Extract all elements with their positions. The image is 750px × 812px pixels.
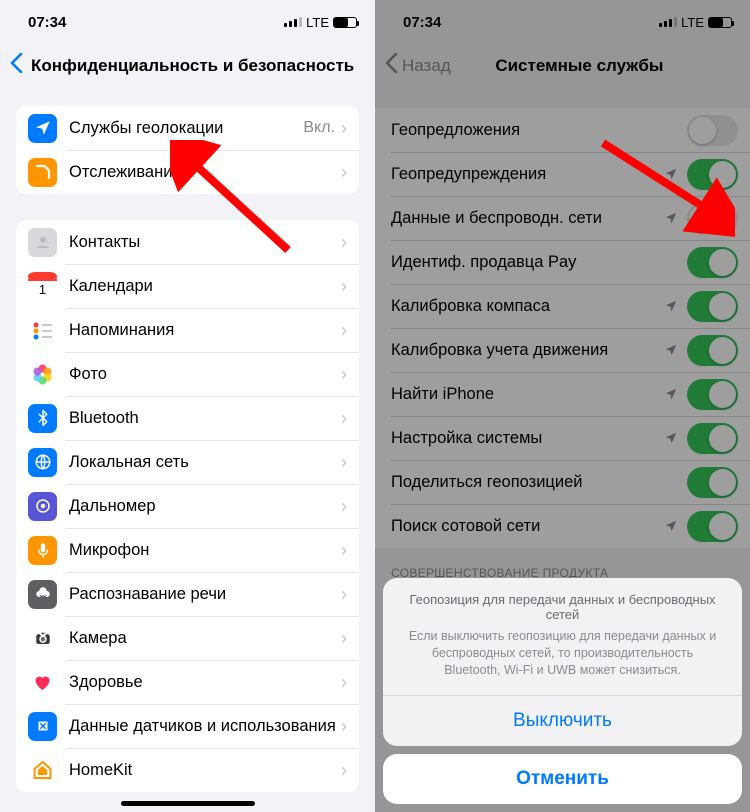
group-apps: Контакты › 1 Календари › Напоминания › Ф…: [16, 220, 359, 792]
row-health[interactable]: Здоровье ›: [16, 660, 359, 704]
battery-icon: [333, 17, 357, 28]
sheet-card: Геопозиция для передачи данных и беспров…: [383, 578, 742, 746]
row-label: Отслеживание: [69, 163, 341, 182]
row-label: Контакты: [69, 233, 341, 252]
mic-icon: [28, 536, 57, 565]
row-homekit[interactable]: HomeKit ›: [16, 748, 359, 792]
homekit-icon: [28, 756, 57, 785]
row-mic[interactable]: Микрофон ›: [16, 528, 359, 572]
row-contacts[interactable]: Контакты ›: [16, 220, 359, 264]
tracking-icon: [28, 158, 57, 187]
health-icon: [28, 668, 57, 697]
rangefind-icon: [28, 492, 57, 521]
page-title: Конфиденциальность и безопасность: [27, 56, 365, 76]
home-indicator: [121, 801, 255, 806]
bluetooth-icon: [28, 404, 57, 433]
chevron-right-icon: ›: [341, 118, 347, 139]
sheet-cancel-button[interactable]: Отменить: [383, 754, 742, 804]
chevron-right-icon: ›: [341, 276, 347, 297]
status-right: LTE: [284, 15, 357, 30]
row-label: Напоминания: [69, 321, 341, 340]
camera-icon: [28, 624, 57, 653]
calendar-icon: 1: [28, 272, 57, 301]
chevron-right-icon: ›: [341, 320, 347, 341]
chevron-right-icon: ›: [341, 408, 347, 429]
phone-right: 07:34 LTE Назад Системные службы Геопред…: [375, 0, 750, 812]
chevron-right-icon: ›: [341, 452, 347, 473]
sheet-message: Геопозиция для передачи данных и беспров…: [383, 578, 742, 695]
svg-text:1: 1: [39, 282, 46, 297]
row-label: Локальная сеть: [69, 453, 341, 472]
row-calendar[interactable]: 1 Календари ›: [16, 264, 359, 308]
row-photos[interactable]: Фото ›: [16, 352, 359, 396]
row-label: Bluetooth: [69, 409, 341, 428]
status-bar: 07:34 LTE: [0, 0, 375, 44]
signal-icon: [284, 17, 302, 27]
contacts-icon: [28, 228, 57, 257]
reminders-icon: [28, 316, 57, 345]
row-label: HomeKit: [69, 761, 341, 780]
phone-left: 07:34 LTE Конфиденциальность и безопасно…: [0, 0, 375, 812]
status-net: LTE: [306, 15, 329, 30]
row-label: Данные датчиков и использования: [69, 717, 341, 736]
chevron-right-icon: ›: [341, 162, 347, 183]
sheet-title: Геопозиция для передачи данных и беспров…: [403, 592, 722, 622]
chevron-right-icon: ›: [341, 364, 347, 385]
row-label: Микрофон: [69, 541, 341, 560]
row-label: Дальномер: [69, 497, 341, 516]
row-reminders[interactable]: Напоминания ›: [16, 308, 359, 352]
speech-icon: [28, 580, 57, 609]
row-location[interactable]: Службы геолокации Вкл. ›: [16, 106, 359, 150]
localnet-icon: [28, 448, 57, 477]
row-value: Вкл.: [303, 119, 335, 137]
group-location: Службы геолокации Вкл. › Отслеживание ›: [16, 106, 359, 194]
row-speech[interactable]: Распознавание речи ›: [16, 572, 359, 616]
chevron-right-icon: ›: [341, 232, 347, 253]
chevron-right-icon: ›: [341, 540, 347, 561]
row-label: Календари: [69, 277, 341, 296]
nav-header: Конфиденциальность и безопасность: [0, 44, 375, 88]
sheet-desc: Если выключить геопозицию для передачи д…: [403, 628, 722, 679]
row-label: Распознавание речи: [69, 585, 341, 604]
row-label: Службы геолокации: [69, 119, 303, 138]
chevron-right-icon: ›: [341, 628, 347, 649]
chevron-right-icon: ›: [341, 584, 347, 605]
row-label: Фото: [69, 365, 341, 384]
action-sheet: Геопозиция для передачи данных и беспров…: [383, 578, 742, 804]
row-bluetooth[interactable]: Bluetooth ›: [16, 396, 359, 440]
row-localnet[interactable]: Локальная сеть ›: [16, 440, 359, 484]
row-label: Здоровье: [69, 673, 341, 692]
chevron-right-icon: ›: [341, 672, 347, 693]
chevron-right-icon: ›: [341, 716, 347, 737]
chevron-right-icon: ›: [341, 496, 347, 517]
row-tracking[interactable]: Отслеживание ›: [16, 150, 359, 194]
sensors-icon: [28, 712, 57, 741]
back-chevron-icon[interactable]: [10, 52, 23, 80]
chevron-right-icon: ›: [341, 760, 347, 781]
location-icon: [28, 114, 57, 143]
status-time: 07:34: [28, 14, 66, 31]
row-label: Камера: [69, 629, 341, 648]
row-rangefind[interactable]: Дальномер ›: [16, 484, 359, 528]
sheet-action-button[interactable]: Выключить: [383, 695, 742, 746]
row-camera[interactable]: Камера ›: [16, 616, 359, 660]
row-sensors[interactable]: Данные датчиков и использования ›: [16, 704, 359, 748]
photos-icon: [28, 360, 57, 389]
